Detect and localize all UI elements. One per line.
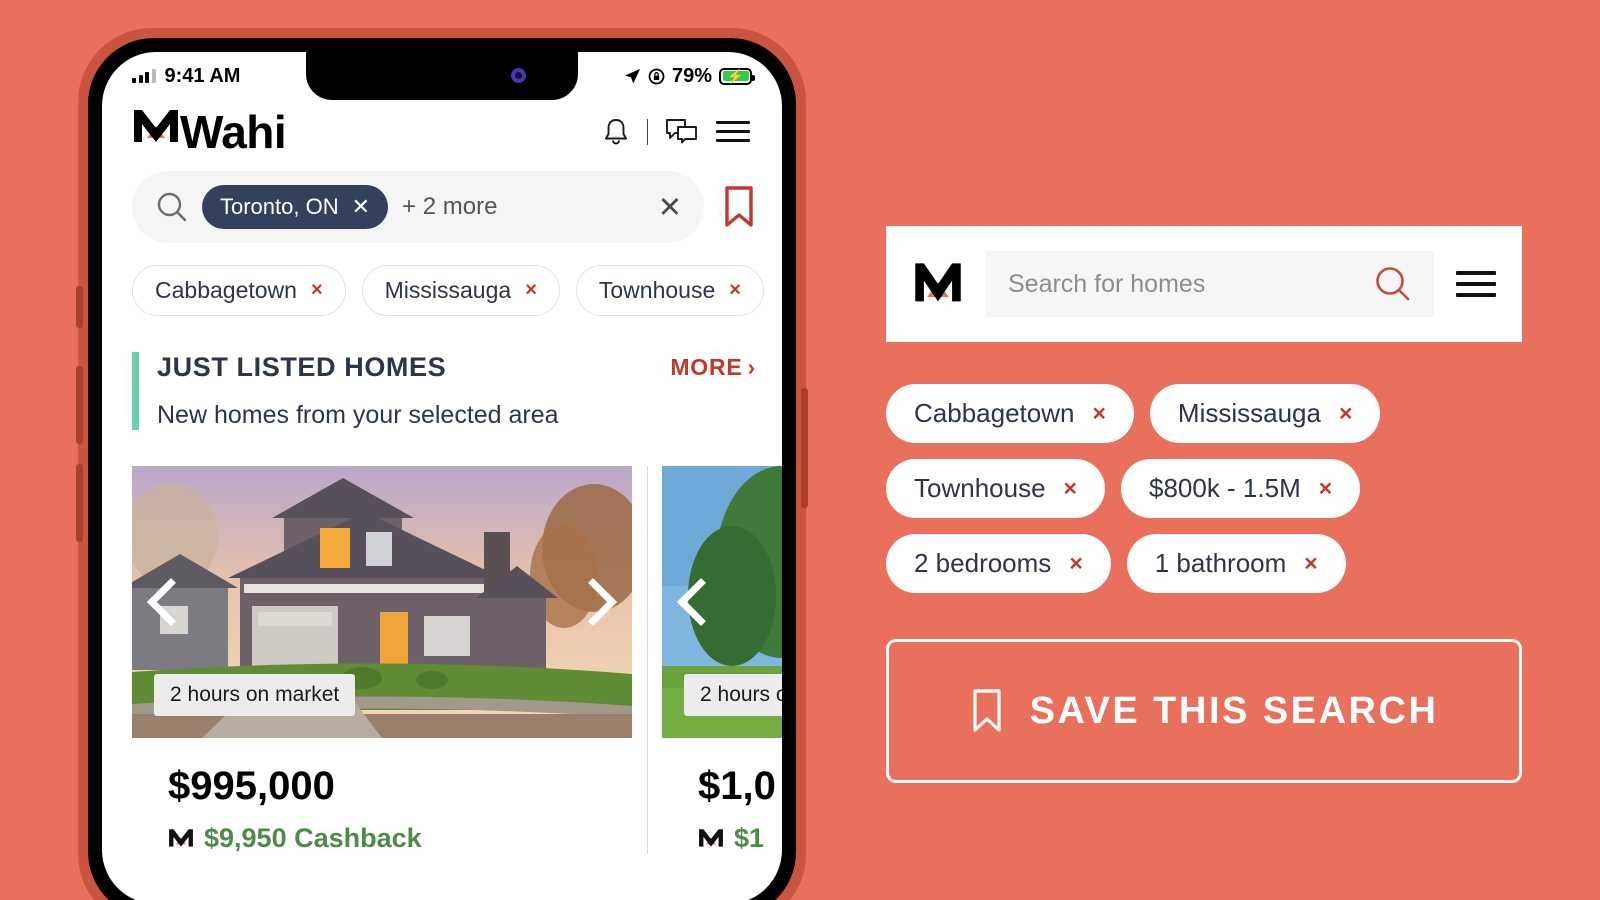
location-filter-chip[interactable]: Toronto, ON ✕ <box>202 185 389 229</box>
card-separator <box>647 466 648 854</box>
web-filter-chip-remove-icon[interactable]: × <box>1092 400 1105 427</box>
section-title: JUST LISTED HOMES <box>157 352 447 382</box>
listing-card[interactable]: 2 hours on market $995,000 $9,950 Cashba… <box>132 466 632 854</box>
filter-chip-cabbagetown[interactable]: Cabbagetown × <box>132 265 346 316</box>
web-search-bar: Search for homes <box>886 226 1522 342</box>
web-filter-chip-label: Mississauga <box>1177 398 1321 428</box>
listing-details: $1,0 $1 <box>662 738 782 854</box>
web-filter-chip-cabbagetown[interactable]: Cabbagetown × <box>886 384 1134 443</box>
web-filter-chip-remove-icon[interactable]: × <box>1069 550 1082 577</box>
listing-cashback-label: $1 <box>734 823 765 853</box>
web-filter-chip-label: Townhouse <box>914 473 1046 503</box>
header-icon-group <box>602 117 750 147</box>
listing-photo[interactable]: 2 hours on market <box>132 466 632 738</box>
save-this-search-button[interactable]: SAVE THIS SEARCH <box>886 639 1522 783</box>
filter-chip-townhouse[interactable]: Townhouse × <box>575 265 764 316</box>
rotation-lock-icon <box>648 68 665 84</box>
header-divider <box>646 118 648 145</box>
more-filters-count[interactable]: + 2 more <box>402 193 497 221</box>
section-subtitle: New homes from your selected area <box>157 401 559 429</box>
web-filter-chip-bathrooms[interactable]: 1 bathroom × <box>1126 534 1346 593</box>
filter-chip-remove-icon[interactable]: × <box>525 279 537 302</box>
location-chip-remove-icon[interactable]: ✕ <box>352 194 370 220</box>
phone-mute-switch[interactable] <box>76 286 83 328</box>
web-filter-chip-price-range[interactable]: $800k - 1.5M × <box>1120 459 1361 518</box>
web-filter-chip-label: $800k - 1.5M <box>1148 473 1301 503</box>
cellular-signal-icon <box>132 69 156 83</box>
battery-percent-label: 79% <box>671 64 712 87</box>
filter-chip-label: Cabbagetown <box>155 277 297 303</box>
filter-chip-list: Cabbagetown × Mississauga × Townhouse × <box>102 243 782 316</box>
filter-chip-mississauga[interactable]: Mississauga × <box>361 265 560 316</box>
status-bar-right: 79% ⚡ <box>624 64 755 88</box>
filter-chip-label: Townhouse <box>598 277 716 303</box>
wahi-logo-mark-icon[interactable] <box>912 260 964 308</box>
wahi-logo-text: Wahi <box>180 106 287 158</box>
phone-frame: 9:41 AM 79% ⚡ Wahi Toronto, ON ✕ + 2 mor… <box>76 28 808 900</box>
wahi-logo[interactable]: Wahi <box>132 106 287 158</box>
chat-bubbles-icon[interactable] <box>665 117 699 147</box>
hamburger-menu-icon[interactable] <box>1456 271 1496 297</box>
web-filter-chip-mississauga[interactable]: Mississauga × <box>1149 384 1381 443</box>
status-time: 9:41 AM <box>164 64 241 87</box>
bookmark-icon <box>972 689 1001 732</box>
location-chip-label: Toronto, ON <box>220 194 339 219</box>
app-header: Wahi <box>102 100 782 171</box>
listing-details: $995,000 $9,950 Cashback <box>132 738 632 854</box>
status-bar: 9:41 AM 79% ⚡ <box>102 52 782 100</box>
location-arrow-icon <box>624 68 640 83</box>
section-accent-bar <box>132 352 139 430</box>
filter-chip-remove-icon[interactable]: × <box>311 279 323 302</box>
wahi-logo-icon <box>169 828 193 847</box>
web-filter-chip-label: 2 bedrooms <box>914 548 1052 578</box>
phone-power-button[interactable] <box>801 388 808 508</box>
wahi-logo-icon <box>132 108 180 148</box>
web-filter-chip-bedrooms[interactable]: 2 bedrooms × <box>886 534 1111 593</box>
clear-search-icon[interactable]: ✕ <box>658 190 682 225</box>
section-more-link[interactable]: MORE › <box>670 352 756 381</box>
hamburger-menu-icon[interactable] <box>716 121 750 142</box>
filter-chip-label: Mississauga <box>384 277 512 303</box>
status-bar-left: 9:41 AM <box>132 65 240 88</box>
listing-card[interactable]: 2 hours on market $1,0 $1 <box>647 466 782 854</box>
listing-price: $1,0 <box>698 764 776 808</box>
web-search-input[interactable]: Search for homes <box>986 251 1434 317</box>
filter-chip-remove-icon[interactable]: × <box>729 279 741 302</box>
listing-cashback: $1 <box>698 823 782 854</box>
web-filter-chip-remove-icon[interactable]: × <box>1339 400 1352 427</box>
search-input[interactable]: Toronto, ON ✕ + 2 more ✕ <box>132 171 704 243</box>
listing-photo[interactable]: 2 hours on market <box>662 466 782 738</box>
web-search-placeholder: Search for homes <box>1008 269 1206 298</box>
web-filter-chip-townhouse[interactable]: Townhouse × <box>886 459 1105 518</box>
more-link-label: MORE <box>670 354 743 380</box>
notification-bell-icon[interactable] <box>602 117 630 147</box>
listing-price: $995,000 <box>168 764 335 808</box>
phone-screen: 9:41 AM 79% ⚡ Wahi Toronto, ON ✕ + 2 mor… <box>102 52 782 900</box>
web-filter-chip-label: 1 bathroom <box>1154 548 1287 578</box>
web-filter-chip-label: Cabbagetown <box>914 398 1075 428</box>
chevron-right-icon: › <box>747 354 756 380</box>
search-icon[interactable] <box>1374 265 1412 303</box>
time-on-market-badge: 2 hours on market <box>154 674 356 716</box>
listing-cashback: $9,950 Cashback <box>168 823 632 854</box>
section-text-group: JUST LISTED HOMES New homes from your se… <box>157 352 652 430</box>
web-filter-chip-remove-icon[interactable]: × <box>1304 550 1317 577</box>
web-panel: Search for homes Cabbagetown × Mississau… <box>886 226 1522 783</box>
bookmark-icon[interactable] <box>722 185 756 229</box>
phone-volume-up-button[interactable] <box>76 366 83 444</box>
phone-volume-down-button[interactable] <box>76 464 83 542</box>
save-search-label: SAVE THIS SEARCH <box>1029 689 1439 732</box>
time-on-market-badge: 2 hours on market <box>684 674 782 716</box>
wahi-logo-icon <box>699 828 723 847</box>
section-header: JUST LISTED HOMES New homes from your se… <box>102 316 782 430</box>
listings-carousel[interactable]: 2 hours on market $995,000 $9,950 Cashba… <box>102 430 782 854</box>
search-row: Toronto, ON ✕ + 2 more ✕ <box>102 171 782 243</box>
battery-charging-icon: ⚡ <box>719 67 755 85</box>
listing-cashback-label: $9,950 Cashback <box>204 823 422 853</box>
web-filter-chip-remove-icon[interactable]: × <box>1064 475 1077 502</box>
search-icon <box>157 192 187 222</box>
web-filter-chip-list: Cabbagetown × Mississauga × Townhouse × … <box>886 384 1522 593</box>
phone-body: 9:41 AM 79% ⚡ Wahi Toronto, ON ✕ + 2 mor… <box>88 38 796 900</box>
web-filter-chip-remove-icon[interactable]: × <box>1319 475 1332 502</box>
